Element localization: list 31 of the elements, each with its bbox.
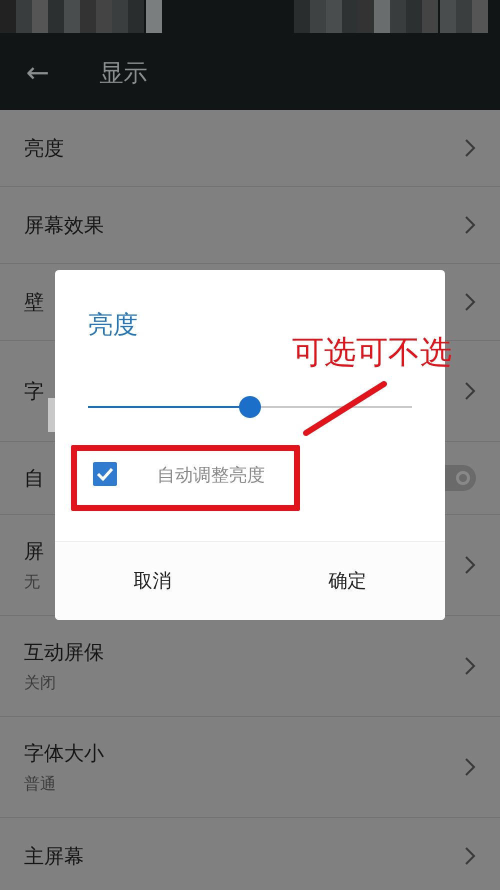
checkbox[interactable] [93,462,117,486]
checkbox-label: 自动调整亮度 [157,464,265,488]
setting-subtitle: 普通 [24,773,57,795]
cancel-button[interactable]: 取消 [55,542,250,620]
setting-title: 字 [24,378,44,405]
back-button[interactable]: ← [26,59,50,87]
setting-title: 壁 [24,289,44,316]
ok-button[interactable]: 确定 [250,542,445,620]
setting-title: 主屏幕 [24,843,84,870]
checkmark-icon [96,467,114,481]
chevron-right-icon [464,757,476,777]
slider-thumb[interactable] [239,396,261,418]
setting-title: 字体大小 [24,740,104,767]
setting-title: 屏幕效果 [24,212,104,239]
annotation-text: 可选可不选 [292,333,452,372]
chevron-right-icon [464,656,476,676]
setting-title: 屏 [24,538,44,565]
slider-track[interactable] [88,396,412,418]
chevron-right-icon [464,215,476,235]
dialog-title: 亮度 [88,309,138,341]
setting-subtitle: 无 [24,571,41,593]
chevron-right-icon [464,381,476,401]
chevron-right-icon [464,846,476,866]
chevron-right-icon [464,292,476,312]
screen-title: 显示 [99,58,148,89]
chevron-right-icon [464,138,476,158]
setting-title: 亮度 [24,135,64,162]
setting-subtitle: 关闭 [24,672,57,694]
setting-title: 自 [24,465,44,492]
setting-title: 互动屏保 [24,639,104,666]
chevron-right-icon [464,555,476,575]
